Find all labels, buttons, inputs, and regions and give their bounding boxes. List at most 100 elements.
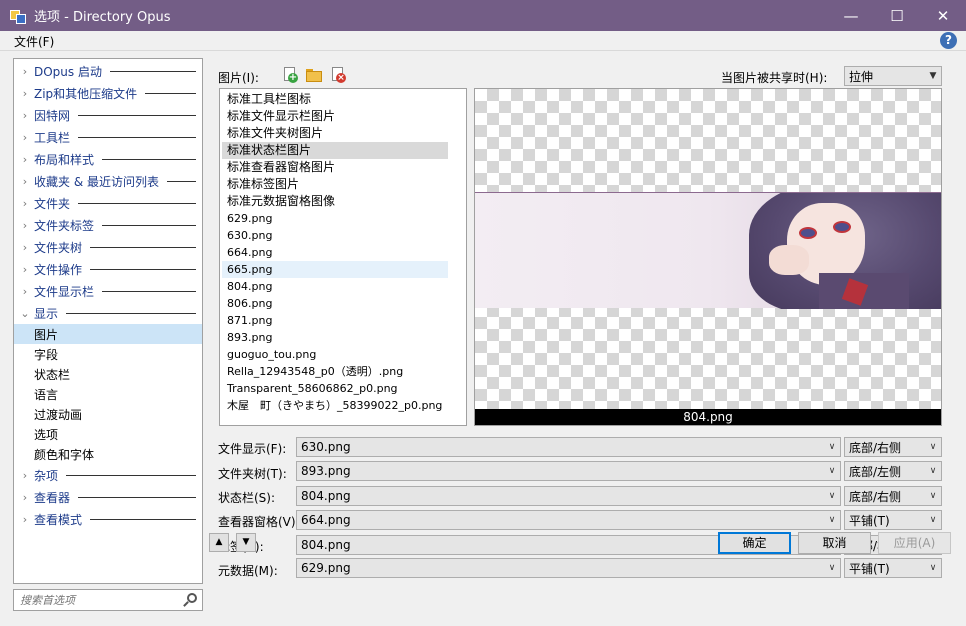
tree-item-transitions[interactable]: 过渡动画 [14, 404, 202, 424]
list-item[interactable]: Rella_12943548_p0（透明）.png [222, 363, 448, 380]
tree-item-file-display[interactable]: › 文件显示栏 [14, 281, 202, 301]
tree-item-images[interactable]: 图片 [14, 324, 202, 344]
move-up-button[interactable]: ▲ [209, 533, 229, 552]
tree-item-folders[interactable]: › 文件夹 [14, 193, 202, 213]
list-item[interactable]: 标准元数据窗格图像 [222, 193, 448, 210]
tree-item-colors-fonts[interactable]: 颜色和字体 [14, 444, 202, 464]
help-icon[interactable]: ? [940, 32, 957, 49]
move-down-button[interactable]: ▼ [236, 533, 256, 552]
chevron-right-icon[interactable]: › [18, 513, 32, 526]
file-display-position-select[interactable]: 底部/右侧 ∨ [844, 437, 942, 457]
maximize-button[interactable]: ☐ [874, 0, 920, 31]
chevron-right-icon[interactable]: › [18, 87, 32, 100]
folder-tree-position-select[interactable]: 底部/左侧 ∨ [844, 461, 942, 481]
select-value: 664.png [301, 513, 351, 527]
tree-item-display[interactable]: ⌄ 显示 [14, 303, 202, 323]
chevron-right-icon[interactable]: › [18, 285, 32, 298]
list-item[interactable]: 871.png [222, 312, 448, 329]
search-icon[interactable] [182, 592, 198, 608]
preferences-tree[interactable]: › DOpus 启动 › Zip和其他压缩文件 › 因特网 › 工具栏 › 布局和样式 ›… [13, 58, 203, 584]
chevron-right-icon[interactable]: › [18, 131, 32, 144]
viewer-pane-position-select[interactable]: 平铺(T) ∨ [844, 510, 942, 530]
list-item[interactable]: 630.png [222, 227, 448, 244]
list-item[interactable]: 标准工具栏图标 [222, 91, 448, 108]
search-input[interactable] [18, 590, 178, 610]
list-item[interactable]: 标准文件显示栏图片 [222, 108, 448, 125]
chevron-down-icon[interactable]: ∨ [925, 466, 941, 476]
tree-item-language[interactable]: 语言 [14, 384, 202, 404]
tree-item-file-operations[interactable]: › 文件操作 [14, 259, 202, 279]
chevron-right-icon[interactable]: › [18, 263, 32, 276]
list-item[interactable]: 806.png [222, 295, 448, 312]
folder-tree-image-select[interactable]: 893.png ∨ [296, 461, 841, 481]
tree-item-fields[interactable]: 字段 [14, 344, 202, 364]
share-mode-select[interactable]: 拉伸 ▼ [844, 66, 942, 86]
chevron-down-icon[interactable]: ∨ [824, 466, 840, 476]
chevron-right-icon[interactable]: › [18, 219, 32, 232]
list-item[interactable]: 664.png [222, 244, 448, 261]
viewer-pane-image-select[interactable]: 664.png ∨ [296, 510, 841, 530]
chevron-right-icon[interactable]: › [18, 65, 32, 78]
list-item[interactable]: guoguo_tou.png [222, 346, 448, 363]
minimize-button[interactable]: — [828, 0, 874, 31]
chevron-right-icon[interactable]: › [18, 491, 32, 504]
menu-file[interactable]: 文件(F) [14, 33, 54, 50]
chevron-right-icon[interactable]: › [18, 153, 32, 166]
chevron-down-icon[interactable]: ⌄ [18, 307, 32, 320]
ok-button[interactable]: 确定 [718, 532, 791, 554]
tree-item-internet[interactable]: › 因特网 [14, 105, 202, 125]
tree-item-viewer[interactable]: › 查看器 [14, 487, 202, 507]
tree-item-status-bar[interactable]: 状态栏 [14, 364, 202, 384]
share-label: 当图片被共享时(H): [721, 71, 828, 85]
chevron-down-icon[interactable]: ∨ [925, 515, 941, 525]
apply-button[interactable]: 应用(A) [878, 532, 951, 554]
tree-item-folder-tree[interactable]: › 文件夹树 [14, 237, 202, 257]
tree-item-layout[interactable]: › 布局和样式 [14, 149, 202, 169]
tree-item-label: 过渡动画 [34, 407, 83, 422]
chevron-right-icon[interactable]: › [18, 197, 32, 210]
chevron-right-icon[interactable]: › [18, 241, 32, 254]
chevron-right-icon[interactable]: › [18, 109, 32, 122]
list-item-selected[interactable]: 标准状态栏图片 [222, 142, 448, 159]
chevron-down-icon[interactable]: ∨ [925, 442, 941, 452]
chevron-right-icon[interactable]: › [18, 175, 32, 188]
chevron-down-icon[interactable]: ∨ [824, 563, 840, 573]
chevron-right-icon[interactable]: › [18, 469, 32, 482]
tree-item-dopus-startup[interactable]: › DOpus 启动 [14, 61, 202, 81]
delete-image-icon[interactable]: × [330, 67, 346, 83]
tree-item-misc[interactable]: › 杂项 [14, 465, 202, 485]
tree-item-folder-tabs[interactable]: › 文件夹标签 [14, 215, 202, 235]
chevron-down-icon[interactable]: ∨ [925, 491, 941, 501]
image-list[interactable]: 标准工具栏图标 标准文件显示栏图片 标准文件夹树图片 标准状态栏图片 标准查看器… [219, 88, 467, 426]
status-bar-position-select[interactable]: 底部/右侧 ∨ [844, 486, 942, 506]
chevron-down-icon[interactable]: ▼ [925, 71, 941, 81]
search-box[interactable] [13, 589, 203, 611]
add-image-icon[interactable]: + [282, 67, 298, 83]
metadata-image-select[interactable]: 629.png ∨ [296, 558, 841, 578]
list-item[interactable]: 标准标签图片 [222, 176, 448, 193]
tree-item-label: 选项 [34, 427, 59, 442]
cancel-button[interactable]: 取消 [798, 532, 871, 554]
chevron-down-icon[interactable]: ∨ [824, 491, 840, 501]
tree-item-options[interactable]: 选项 [14, 424, 202, 444]
chevron-down-icon[interactable]: ∨ [824, 442, 840, 452]
list-item-hover[interactable]: 665.png [222, 261, 448, 278]
tree-item-zip[interactable]: › Zip和其他压缩文件 [14, 83, 202, 103]
close-button[interactable]: ✕ [920, 0, 966, 31]
chevron-down-icon[interactable]: ∨ [824, 515, 840, 525]
list-item[interactable]: 804.png [222, 278, 448, 295]
list-item[interactable]: Transparent_58606862_p0.png [222, 380, 448, 397]
tree-item-toolbars[interactable]: › 工具栏 [14, 127, 202, 147]
list-item[interactable]: 893.png [222, 329, 448, 346]
list-item[interactable]: 629.png [222, 210, 448, 227]
list-item[interactable]: 标准文件夹树图片 [222, 125, 448, 142]
tree-item-view-modes[interactable]: › 查看模式 [14, 509, 202, 529]
tree-item-favorites[interactable]: › 收藏夹 & 最近访问列表 [14, 171, 202, 191]
metadata-position-select[interactable]: 平铺(T) ∨ [844, 558, 942, 578]
list-item[interactable]: 木屋 町（きやまち）_58399022_p0.png [222, 397, 448, 414]
file-display-image-select[interactable]: 630.png ∨ [296, 437, 841, 457]
status-bar-image-select[interactable]: 804.png ∨ [296, 486, 841, 506]
list-item[interactable]: 标准查看器窗格图片 [222, 159, 448, 176]
folder-icon[interactable] [306, 67, 322, 83]
chevron-down-icon[interactable]: ∨ [925, 563, 941, 573]
